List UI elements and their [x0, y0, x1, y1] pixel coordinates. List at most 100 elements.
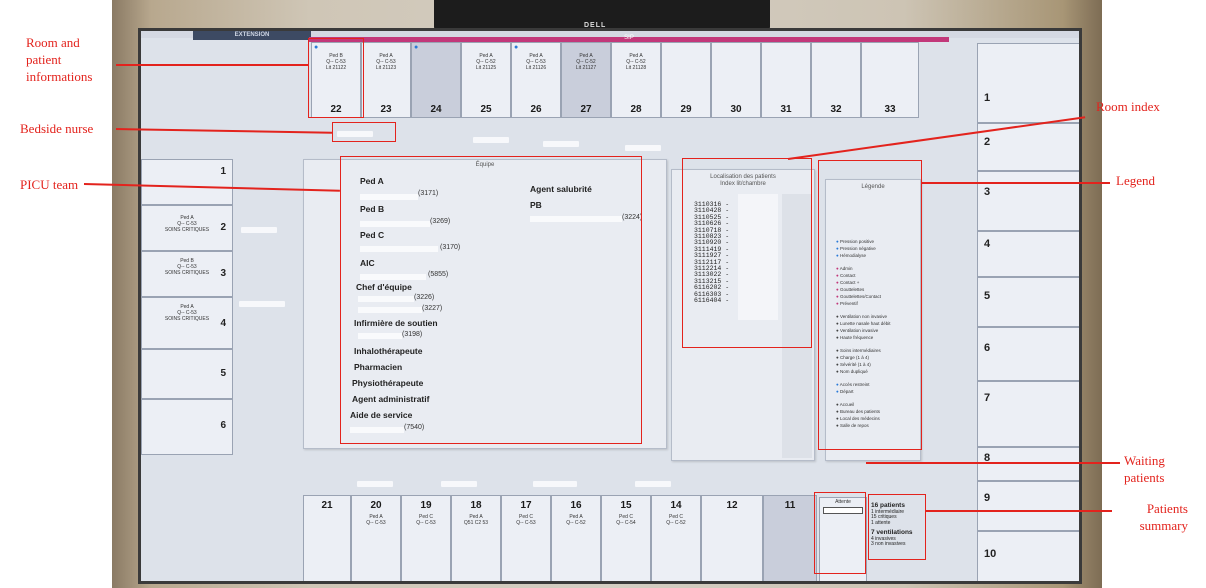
room-r1[interactable]: 1: [977, 43, 1079, 123]
room-code: Q-- C-53: [366, 520, 386, 526]
room-number: 17: [520, 500, 532, 511]
room-number: 24: [430, 104, 442, 115]
room-code: Q51 C2 53: [463, 520, 489, 526]
room-number: 31: [780, 104, 792, 115]
room-15[interactable]: 15 Ped C Q-- C-54: [601, 495, 651, 581]
room-25[interactable]: Ped A Q-- C-52 Lit 21125 25: [461, 42, 511, 118]
water-drop-icon: ●: [514, 44, 519, 51]
room-lit: Lit 21123: [375, 65, 397, 71]
room-index-box: [682, 158, 812, 348]
room-number: 6: [984, 342, 991, 354]
room-number: 28: [630, 104, 642, 115]
room-l5[interactable]: 5: [141, 349, 233, 399]
bedside-nurse-slot[interactable]: [543, 141, 579, 147]
bedside-nurse-slot[interactable]: [241, 227, 277, 233]
room-number: 1: [220, 166, 226, 177]
room-r7[interactable]: 7: [977, 381, 1079, 447]
room-r8[interactable]: 8: [977, 447, 1079, 481]
bedside-nurse-slot[interactable]: [473, 137, 509, 143]
room-note: SOINS CRITIQUES: [164, 270, 210, 276]
bedside-nurse-slot[interactable]: [441, 481, 477, 487]
room-r3[interactable]: 3: [977, 171, 1079, 231]
room-number: 26: [530, 104, 542, 115]
room-18[interactable]: 18 Ped A Q51 C2 53: [451, 495, 501, 581]
room-number: 9: [984, 492, 991, 504]
room-number: 7: [984, 392, 991, 404]
room-number: 6: [220, 420, 226, 431]
room-number: 23: [380, 104, 392, 115]
room-21[interactable]: 21: [303, 495, 351, 581]
room-lit: Lit 21126: [525, 65, 547, 71]
room-r5[interactable]: 5: [977, 277, 1079, 327]
room-l2[interactable]: Ped A Q-- C-53 SOINS CRITIQUES 2: [141, 205, 233, 251]
room-19[interactable]: 19 Ped C Q-- C-53: [401, 495, 451, 581]
room-26[interactable]: ● Ped A Q-- C-53 Lit 21126 26: [511, 42, 561, 118]
room-24[interactable]: ● 24: [411, 42, 461, 118]
room-r10[interactable]: 10: [977, 531, 1079, 581]
room-number: 21: [321, 500, 333, 511]
room-17[interactable]: 17 Ped C Q-- C-53: [501, 495, 551, 581]
bedside-nurse-slot[interactable]: [625, 145, 661, 151]
room-number: 29: [680, 104, 692, 115]
leader-line: [922, 182, 1110, 184]
room-info-box: [308, 38, 364, 118]
annotation-legend: Legend: [1116, 173, 1155, 188]
room-r6[interactable]: 6: [977, 327, 1079, 381]
bedside-nurse-slot[interactable]: [239, 301, 285, 307]
extension-tab[interactable]: EXTENSION: [193, 31, 311, 40]
room-r9[interactable]: 9: [977, 481, 1079, 531]
room-27[interactable]: Ped A Q-- C-52 Lit 21127 27: [561, 42, 611, 118]
annotation-bedside-nurse: Bedside nurse: [20, 121, 94, 136]
leader-line: [116, 64, 308, 66]
room-16[interactable]: 16 Ped A Q-- C-52: [551, 495, 601, 581]
room-l6[interactable]: 6: [141, 399, 233, 455]
room-number: 11: [784, 500, 796, 511]
left-rooms: 1 Ped A Q-- C-53 SOINS CRITIQUES 2 Ped B Q--…: [141, 159, 237, 455]
room-number: 25: [480, 104, 492, 115]
room-code: Q-- C-52: [566, 520, 586, 526]
bedside-nurse-slot[interactable]: [635, 481, 671, 487]
room-number: 16: [570, 500, 582, 511]
room-33[interactable]: 33: [861, 42, 919, 118]
room-number: 18: [470, 500, 482, 511]
room-number: 1: [984, 92, 991, 104]
room-31[interactable]: 31: [761, 42, 811, 118]
bedside-nurse-slot[interactable]: [357, 481, 393, 487]
annotation-patients-summary: Patients summary: [1139, 501, 1188, 533]
room-14[interactable]: 14 Ped C Q-- C-52: [651, 495, 701, 581]
room-lit: Lit 21125: [475, 65, 497, 71]
room-number: 20: [370, 500, 382, 511]
waiting-box: [814, 492, 866, 574]
room-20[interactable]: 20 Ped A Q-- C-53: [351, 495, 401, 581]
room-number: 5: [984, 290, 991, 302]
room-code: Q-- C-54: [616, 520, 636, 526]
room-number: 30: [730, 104, 742, 115]
bedside-nurse-slot[interactable]: [533, 481, 577, 487]
leader-line: [866, 462, 1120, 464]
room-r4[interactable]: 4: [977, 231, 1079, 277]
room-code: Q-- C-52: [666, 520, 686, 526]
room-30[interactable]: 30: [711, 42, 761, 118]
room-number: 32: [830, 104, 842, 115]
room-l1[interactable]: 1: [141, 159, 233, 205]
room-number: 2: [220, 222, 226, 233]
room-l4[interactable]: Ped A Q-- C-53 SOINS CRITIQUES 4: [141, 297, 233, 349]
room-number: 12: [726, 500, 738, 511]
room-number: 4: [220, 318, 226, 329]
room-number: 10: [984, 548, 997, 560]
leader-line: [926, 510, 1112, 512]
bedside-nurse-box: [332, 122, 396, 142]
room-number: 14: [670, 500, 682, 511]
sip-label: SIP: [624, 35, 634, 41]
room-l3[interactable]: Ped B Q-- C-53 SOINS CRITIQUES 3: [141, 251, 233, 297]
room-12[interactable]: 12: [701, 495, 763, 581]
annotation-picu-team: PICU team: [20, 177, 79, 192]
room-number: 4: [984, 238, 991, 250]
room-32[interactable]: 32: [811, 42, 861, 118]
room-11[interactable]: 11: [763, 495, 817, 581]
room-29[interactable]: 29: [661, 42, 711, 118]
room-28[interactable]: Ped A Q-- C-52 Lit 21128 28: [611, 42, 661, 118]
room-23[interactable]: Ped A Q-- C-53 Lit 21123 23: [361, 42, 411, 118]
room-number: 3: [220, 268, 226, 279]
annotation-room-info: Room and patient informations: [26, 35, 93, 84]
